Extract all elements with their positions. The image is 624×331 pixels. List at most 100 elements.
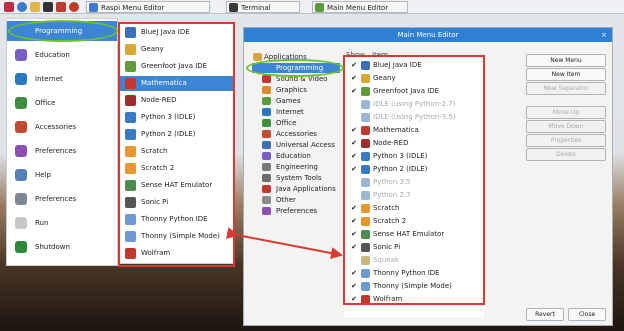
menu-item-row[interactable]: ✔ Scratch: [344, 203, 482, 214]
submenu-item[interactable]: Wolfram: [119, 246, 234, 261]
show-checkbox[interactable]: ✔: [350, 139, 358, 147]
menu-item-row[interactable]: ✔ Sense HAT Emulator: [344, 229, 482, 240]
category-tree-item[interactable]: Accessories: [252, 129, 340, 139]
submenu-item[interactable]: Thonny (Simple Mode): [119, 229, 234, 244]
show-checkbox[interactable]: [350, 100, 358, 108]
dialog-action-button[interactable]: Move Up: [526, 106, 606, 119]
main-menu-item[interactable]: Programming: [7, 21, 117, 41]
menu-item-label: Scratch: [373, 204, 400, 212]
menu-item-row[interactable]: ✔ Thonny Python IDE: [344, 268, 482, 279]
submenu-item[interactable]: Python 3 (IDLE): [119, 110, 234, 125]
submenu-item[interactable]: Scratch 2: [119, 161, 234, 176]
menu-item-row[interactable]: Python 3.5: [344, 177, 482, 188]
category-tree-item[interactable]: Programming: [252, 63, 340, 73]
show-checkbox[interactable]: ✔: [350, 165, 358, 173]
show-checkbox[interactable]: ✔: [350, 230, 358, 238]
submenu-item[interactable]: Node-RED: [119, 93, 234, 108]
category-tree-item[interactable]: Games: [252, 96, 340, 106]
category-tree-item[interactable]: Graphics: [252, 85, 340, 95]
submenu-item[interactable]: Sonic Pi: [119, 195, 234, 210]
show-checkbox[interactable]: ✔: [350, 126, 358, 134]
category-tree-item[interactable]: Education: [252, 151, 340, 161]
category-tree-item[interactable]: System Tools: [252, 173, 340, 183]
raspberry-menu-icon[interactable]: [4, 2, 14, 12]
show-checkbox[interactable]: ✔: [350, 74, 358, 82]
dialog-title-bar[interactable]: Main Menu Editor ×: [244, 28, 612, 42]
main-menu-item[interactable]: Education: [7, 45, 117, 65]
category-tree-item[interactable]: Engineering: [252, 162, 340, 172]
geany-icon: [361, 74, 370, 83]
menu-item-row[interactable]: ✔ Python 3 (IDLE): [344, 151, 482, 162]
show-checkbox[interactable]: ✔: [350, 217, 358, 225]
close-icon[interactable]: ×: [601, 30, 607, 40]
category-tree-item[interactable]: Java Applications: [252, 184, 340, 194]
category-tree-item[interactable]: Internet: [252, 107, 340, 117]
main-menu-item[interactable]: Office: [7, 93, 117, 113]
main-menu-item[interactable]: Help: [7, 165, 117, 185]
submenu-item[interactable]: Geany: [119, 42, 234, 57]
category-tree-item[interactable]: Universal Access: [252, 140, 340, 150]
menu-item-row[interactable]: ✔ Wolfram: [344, 294, 482, 305]
submenu-item[interactable]: Thonny Python IDE: [119, 212, 234, 227]
menu-item-row[interactable]: IDLE (using Python-3.5): [344, 112, 482, 123]
dialog-action-button[interactable]: New Menu: [526, 54, 606, 67]
main-menu-item[interactable]: Accessories: [7, 117, 117, 137]
menu-item-row[interactable]: ✔ Geany: [344, 73, 482, 84]
main-menu-item[interactable]: Shutdown: [7, 237, 117, 257]
show-checkbox[interactable]: [350, 191, 358, 199]
taskbar-task[interactable]: Raspi Menu Editor: [86, 1, 210, 13]
submenu-item[interactable]: Python 2 (IDLE): [119, 127, 234, 142]
dialog-action-button[interactable]: Move Down: [526, 120, 606, 133]
dialog-action-button[interactable]: Properties: [526, 134, 606, 147]
mathematica-icon[interactable]: [56, 2, 66, 12]
category-tree-item[interactable]: Other: [252, 195, 340, 205]
category-tree-item[interactable]: Office: [252, 118, 340, 128]
taskbar-task[interactable]: Main Menu Editor: [312, 1, 408, 13]
submenu-item[interactable]: Greenfoot Java IDE: [119, 59, 234, 74]
show-checkbox[interactable]: ✔: [350, 282, 358, 290]
submenu-item[interactable]: Sense HAT Emulator: [119, 178, 234, 193]
menu-item-row[interactable]: Python 2.7: [344, 190, 482, 201]
show-checkbox[interactable]: ✔: [350, 204, 358, 212]
menu-item-row[interactable]: ✔ Scratch 2: [344, 216, 482, 227]
revert-button[interactable]: Revert: [526, 308, 564, 321]
menu-item-row[interactable]: Squeak: [344, 255, 482, 266]
show-checkbox[interactable]: [350, 256, 358, 264]
main-menu-item[interactable]: Preferences: [7, 141, 117, 161]
show-checkbox[interactable]: ✔: [350, 87, 358, 95]
show-checkbox[interactable]: ✔: [350, 152, 358, 160]
show-checkbox[interactable]: [350, 113, 358, 121]
folder-icon[interactable]: [30, 2, 40, 12]
menu-item-row[interactable]: ✔ BlueJ Java IDE: [344, 60, 482, 71]
globe-icon[interactable]: [17, 2, 27, 12]
submenu-item[interactable]: Mathematica: [119, 76, 234, 91]
main-menu-item[interactable]: Internet: [7, 69, 117, 89]
menu-item-row[interactable]: ✔ Sonic Pi: [344, 242, 482, 253]
dialog-action-button[interactable]: Delete: [526, 148, 606, 161]
main-menu-item-label: Programming: [35, 27, 83, 35]
menu-item-row[interactable]: ✔ Mathematica: [344, 125, 482, 136]
category-tree-item[interactable]: Sound & Video: [252, 74, 340, 84]
show-checkbox[interactable]: ✔: [350, 295, 358, 303]
main-menu-item[interactable]: Preferences: [7, 189, 117, 209]
close-button[interactable]: Close: [568, 308, 606, 321]
dialog-action-button[interactable]: New Separator: [526, 82, 606, 95]
wolfram-icon[interactable]: [69, 2, 79, 12]
category-tree-item[interactable]: Preferences: [252, 206, 340, 216]
menu-item-row[interactable]: ✔ Node-RED: [344, 138, 482, 149]
category-tree-item[interactable]: Applications: [252, 52, 340, 62]
show-checkbox[interactable]: [350, 178, 358, 186]
show-checkbox[interactable]: ✔: [350, 243, 358, 251]
show-checkbox[interactable]: ✔: [350, 269, 358, 277]
menu-item-row[interactable]: ✔ Python 2 (IDLE): [344, 164, 482, 175]
terminal-icon[interactable]: [43, 2, 53, 12]
submenu-item[interactable]: BlueJ Java IDE: [119, 25, 234, 40]
show-checkbox[interactable]: ✔: [350, 61, 358, 69]
menu-item-row[interactable]: IDLE (using Python-2.7): [344, 99, 482, 110]
menu-item-row[interactable]: ✔ Greenfoot Java IDE: [344, 86, 482, 97]
menu-item-row[interactable]: ✔ Thonny (Simple Mode): [344, 281, 482, 292]
dialog-action-button[interactable]: New Item: [526, 68, 606, 81]
main-menu-item[interactable]: Run: [7, 213, 117, 233]
submenu-item[interactable]: Scratch: [119, 144, 234, 159]
taskbar-task[interactable]: Terminal: [226, 1, 300, 13]
